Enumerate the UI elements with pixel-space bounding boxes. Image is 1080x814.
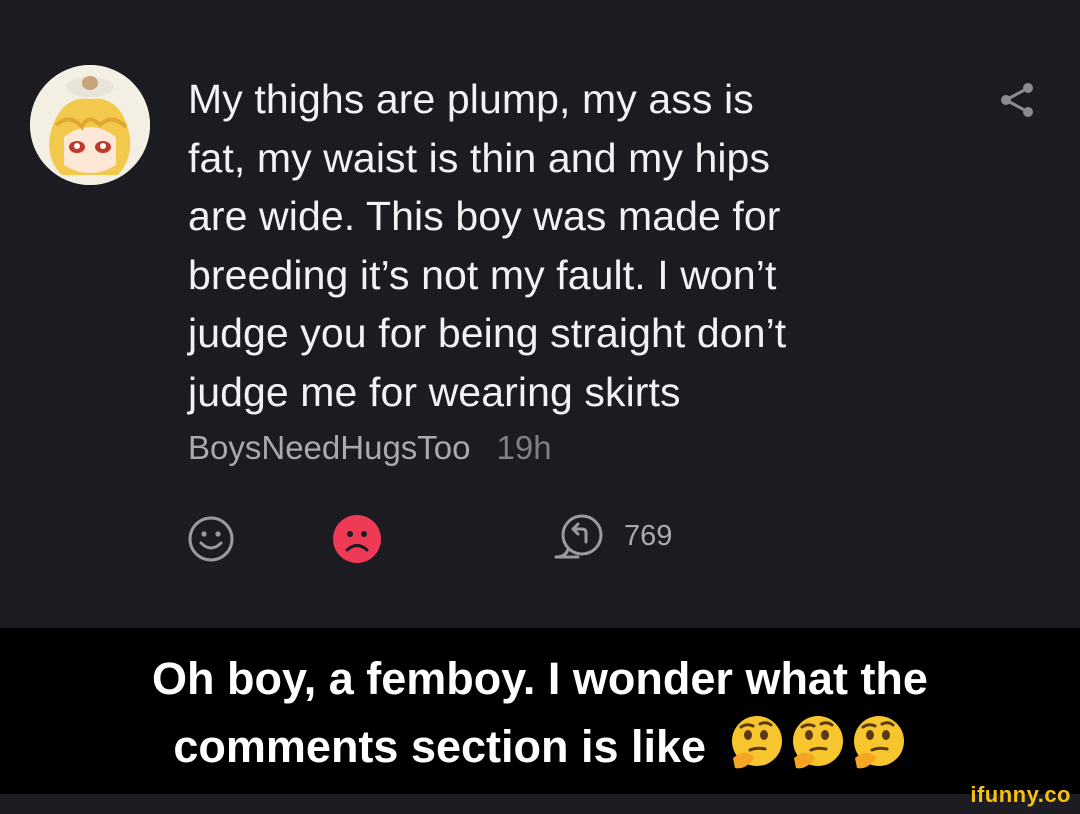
thinking-face-icon — [731, 716, 782, 769]
smile-face-icon[interactable] — [186, 514, 236, 564]
meme-caption: Oh boy, a femboy. I wonder what the comm… — [0, 628, 1080, 794]
post-text-line: are wide. This boy was made for — [188, 193, 781, 239]
post-card: My thighs are plump, my ass is fat, my w… — [0, 0, 1080, 628]
post-time: 19h — [496, 429, 552, 466]
reply-icon[interactable] — [552, 511, 608, 563]
anime-avatar-icon — [30, 65, 150, 185]
username[interactable]: BoysNeedHugsToo — [188, 429, 471, 466]
post-meta: BoysNeedHugsToo 19h — [188, 429, 552, 467]
caption-line-2: comments section is like — [0, 714, 1080, 777]
post-text-line: My thighs are plump, my ass is — [188, 76, 754, 122]
user-avatar[interactable] — [30, 65, 150, 185]
ifunny-watermark: ifunny.co — [970, 782, 1071, 807]
share-icon[interactable] — [998, 82, 1036, 118]
footer-bar — [0, 794, 1080, 814]
thinking-face-icon — [792, 716, 843, 769]
post-text-line: breeding it’s not my fault. I won’t — [188, 251, 777, 298]
frown-face-icon[interactable] — [332, 514, 382, 564]
post-text-line: fat, my waist is thin and my hips — [188, 134, 771, 181]
post-body: My thighs are plump, my ass is fat, my w… — [188, 70, 948, 421]
thinking-emoji-group — [727, 714, 907, 772]
thinking-face-icon — [853, 716, 904, 769]
post-text-line: judge you for being straight don’t — [188, 310, 787, 356]
reply-count: 769 — [624, 520, 673, 552]
caption-line-2-text: comments section is like — [173, 721, 707, 772]
post-text-line: judge me for wearing skirts — [188, 368, 681, 415]
caption-line-1: Oh boy, a femboy. I wonder what the — [152, 653, 928, 704]
